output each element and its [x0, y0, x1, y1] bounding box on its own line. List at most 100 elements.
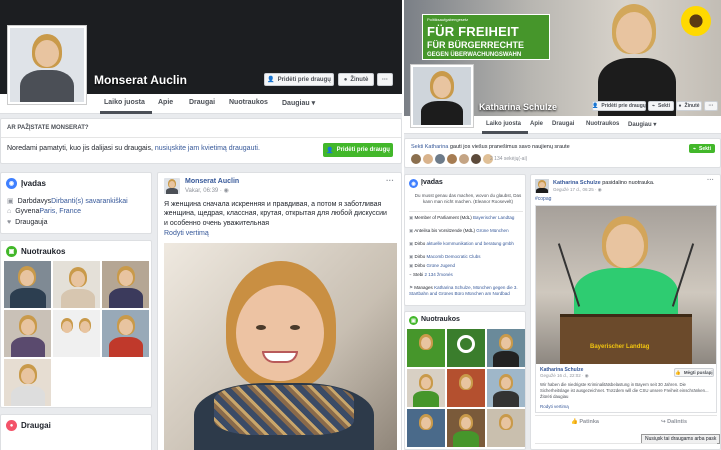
- follower-avatar[interactable]: [435, 154, 445, 164]
- sunflower-logo: [681, 6, 711, 36]
- tab-photos[interactable]: Nuotraukos: [229, 99, 268, 106]
- photos-card: ▣ Nuotraukos: [404, 311, 526, 450]
- more-button[interactable]: ···: [704, 101, 718, 111]
- share-icon: ↪: [661, 419, 666, 425]
- post-author[interactable]: Monserat Auclin: [185, 178, 239, 185]
- post-menu-button[interactable]: ···: [707, 177, 714, 184]
- photo-thumb[interactable]: [407, 409, 445, 447]
- more-button[interactable]: ···: [377, 73, 393, 86]
- translate-link[interactable]: Rodyti vertimą: [540, 404, 569, 409]
- photo-thumb[interactable]: [102, 310, 149, 357]
- photo-thumb[interactable]: [487, 369, 525, 407]
- photo-thumb[interactable]: [4, 359, 51, 406]
- cover-person: [594, 0, 684, 118]
- follower-avatar[interactable]: [459, 154, 469, 164]
- follower-avatar[interactable]: [423, 154, 433, 164]
- know-prompt-card: AR PAŽĮSTATE MONSERAT? Noredami pamatyti…: [0, 118, 402, 164]
- photos-card: ▣ Nuotraukos: [0, 240, 152, 408]
- home-icon: ⌂: [7, 208, 12, 215]
- message-button[interactable]: ● Žinutė: [338, 73, 374, 86]
- tab-photos[interactable]: Nuotraukos: [586, 121, 619, 127]
- like-button[interactable]: 👍 Patinka: [571, 419, 599, 425]
- photo-thumb[interactable]: [487, 409, 525, 447]
- globe-icon: ◉: [223, 188, 229, 194]
- follow-green-button[interactable]: ⌁ Sekti: [689, 144, 715, 153]
- intro-row: ▣ Member of Parliament (MdL) Bayerischer…: [409, 215, 515, 220]
- translate-link[interactable]: Rodyti vertimą: [164, 230, 209, 237]
- shared-text: Wir haben die niedrigste Kriminalitätsbe…: [540, 382, 709, 399]
- add-friend-icon: 👤: [592, 103, 599, 109]
- globe-icon: ◉: [584, 373, 589, 378]
- photo-thumb[interactable]: [447, 369, 485, 407]
- intro-row: ▣ Dirbo Grüne Jugend: [409, 263, 456, 268]
- share-text: Noredami pamatyti, kuo jis dalijasi su d…: [7, 145, 260, 152]
- post-text: Я женщина сначала искренняя и правдивая,…: [164, 201, 387, 227]
- friends-icon: ●: [6, 420, 17, 431]
- avatar[interactable]: [7, 25, 87, 105]
- follower-avatar[interactable]: [471, 154, 481, 164]
- rss-icon: ⌁: [693, 145, 697, 152]
- bottom-divider: [535, 443, 717, 444]
- tab-active-indicator: [482, 131, 528, 134]
- tab-timeline[interactable]: Laiko juosta: [486, 121, 521, 127]
- tab-more[interactable]: Daugiau ▾: [282, 99, 315, 107]
- message-button[interactable]: ● Žinutė: [676, 101, 702, 111]
- post-card: Katharina Schulze pasidalino nuotrauka. …: [530, 174, 721, 450]
- campaign-banner: Politiksaufgabengesetz FÜR FREIHEIT FÜR …: [422, 14, 550, 60]
- post-photo[interactable]: [164, 243, 397, 450]
- post-hashtag[interactable]: #copag: [535, 196, 551, 202]
- intro-quote: Du musst genau das machen, wovon du glau…: [414, 193, 522, 205]
- profile-name: Monserat Auclin: [94, 73, 187, 87]
- intro-row-lives: ⌂ Gyvena Paris, France: [7, 208, 81, 215]
- friends-card: ● Draugai: [0, 414, 152, 450]
- intro-row-relationship: ♥ Draugauja: [7, 219, 48, 226]
- intro-card: ◉ Įvadas ▣ Darbdavys Dirbanti(s) savarank…: [0, 172, 152, 234]
- intro-row: ▣ Dirbo aktuelle kommunikation und berat…: [409, 241, 514, 246]
- follow-button[interactable]: ⌁ Sekti: [648, 101, 674, 111]
- follower-count: 2 134 sekėjų(-ai): [490, 156, 528, 162]
- photo-thumb[interactable]: [407, 329, 445, 367]
- photo-thumb[interactable]: [102, 261, 149, 308]
- post-time: Vakar, 06:39 · ◉: [185, 188, 229, 194]
- tab-friends[interactable]: Draugai: [552, 121, 574, 127]
- photo-thumb[interactable]: [447, 329, 485, 367]
- post-avatar[interactable]: [164, 178, 180, 194]
- add-friend-icon: 👤: [267, 77, 275, 83]
- avatar[interactable]: [410, 64, 474, 128]
- photo-thumb[interactable]: [4, 261, 51, 308]
- photo-thumb[interactable]: [447, 409, 485, 447]
- tab-more[interactable]: Daugiau ▾: [628, 121, 656, 128]
- add-friend-button[interactable]: 👤 Pridėti prie draugų: [264, 73, 334, 86]
- tab-about[interactable]: Apie: [530, 121, 543, 127]
- post-avatar[interactable]: [535, 179, 549, 193]
- shared-photo[interactable]: Bayerischer Landtag: [536, 206, 716, 364]
- chevron-down-icon: ▾: [311, 100, 316, 107]
- post-menu-button[interactable]: ···: [386, 176, 394, 185]
- tab-friends[interactable]: Draugai: [189, 99, 215, 106]
- right-profile-panel: Politiksaufgabengesetz FÜR FREIHEIT FÜR …: [404, 0, 721, 450]
- intro-divider: [409, 211, 523, 212]
- photo-thumb[interactable]: [487, 329, 525, 367]
- messenger-icon: ●: [343, 76, 348, 83]
- follower-avatars: [411, 154, 493, 164]
- globe-icon: ◉: [6, 178, 17, 189]
- tab-timeline[interactable]: Laiko juosta: [104, 99, 145, 106]
- add-friend-green-button[interactable]: 👤 Pridėti prie draugų: [323, 143, 393, 157]
- tab-active-indicator: [100, 111, 152, 114]
- like-page-button[interactable]: 👍 Mėgti puslapį: [674, 368, 714, 377]
- add-friend-button[interactable]: 👤 Pridėti prie draugų: [592, 101, 646, 111]
- photos-title: Nuotraukos: [421, 316, 460, 323]
- friends-title: Draugai: [21, 421, 51, 430]
- follower-avatar[interactable]: [411, 154, 421, 164]
- follower-avatar[interactable]: [447, 154, 457, 164]
- photo-thumb[interactable]: [4, 310, 51, 357]
- intro-card: ◉ Įvadas Du musst genau das machen, wovo…: [404, 174, 526, 306]
- share-button[interactable]: ↪ Dalintis: [661, 419, 687, 425]
- photo-thumb[interactable]: [407, 369, 445, 407]
- tab-about[interactable]: Apie: [158, 99, 173, 106]
- invite-link[interactable]: nusiųskite jam kvietimą draugauti.: [155, 145, 260, 152]
- photo-thumb[interactable]: [53, 261, 100, 308]
- heart-icon: ♥: [7, 219, 12, 226]
- photo-thumb[interactable]: [53, 310, 100, 357]
- know-prompt-divider: [1, 137, 401, 138]
